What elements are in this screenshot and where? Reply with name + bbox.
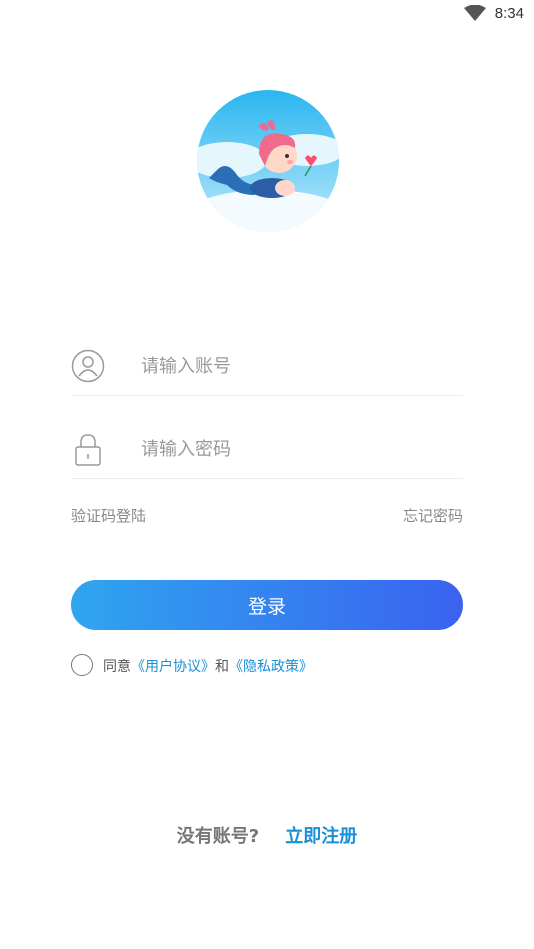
agreement-text: 同意《用户协议》和《隐私政策》 [103, 656, 313, 676]
login-options: 验证码登陆 忘记密码 [71, 505, 463, 527]
status-bar: 8:34 [0, 0, 534, 30]
privacy-policy-link[interactable]: 《隐私政策》 [229, 659, 313, 675]
account-field [71, 340, 463, 396]
status-time: 8:34 [494, 5, 524, 22]
login-button[interactable]: 登录 [71, 580, 463, 630]
register-link[interactable]: 立即注册 [285, 826, 357, 847]
wifi-icon [464, 5, 486, 21]
sms-login-link[interactable]: 验证码登陆 [71, 505, 146, 526]
avatar [197, 90, 339, 232]
agreement-checkbox[interactable] [71, 654, 93, 676]
register-row: 没有账号? 立即注册 [0, 822, 534, 848]
lock-icon [75, 434, 101, 466]
agreement-prefix: 同意 [103, 659, 131, 675]
account-input[interactable] [141, 350, 451, 382]
mermaid-avatar [197, 90, 339, 232]
user-agreement-link[interactable]: 《用户协议》 [131, 659, 215, 675]
password-input[interactable] [141, 433, 451, 465]
no-account-text: 没有账号? [176, 826, 260, 847]
user-icon [71, 349, 105, 383]
agreement-and: 和 [215, 659, 229, 675]
password-field [71, 423, 463, 479]
forgot-password-link[interactable]: 忘记密码 [403, 505, 463, 526]
